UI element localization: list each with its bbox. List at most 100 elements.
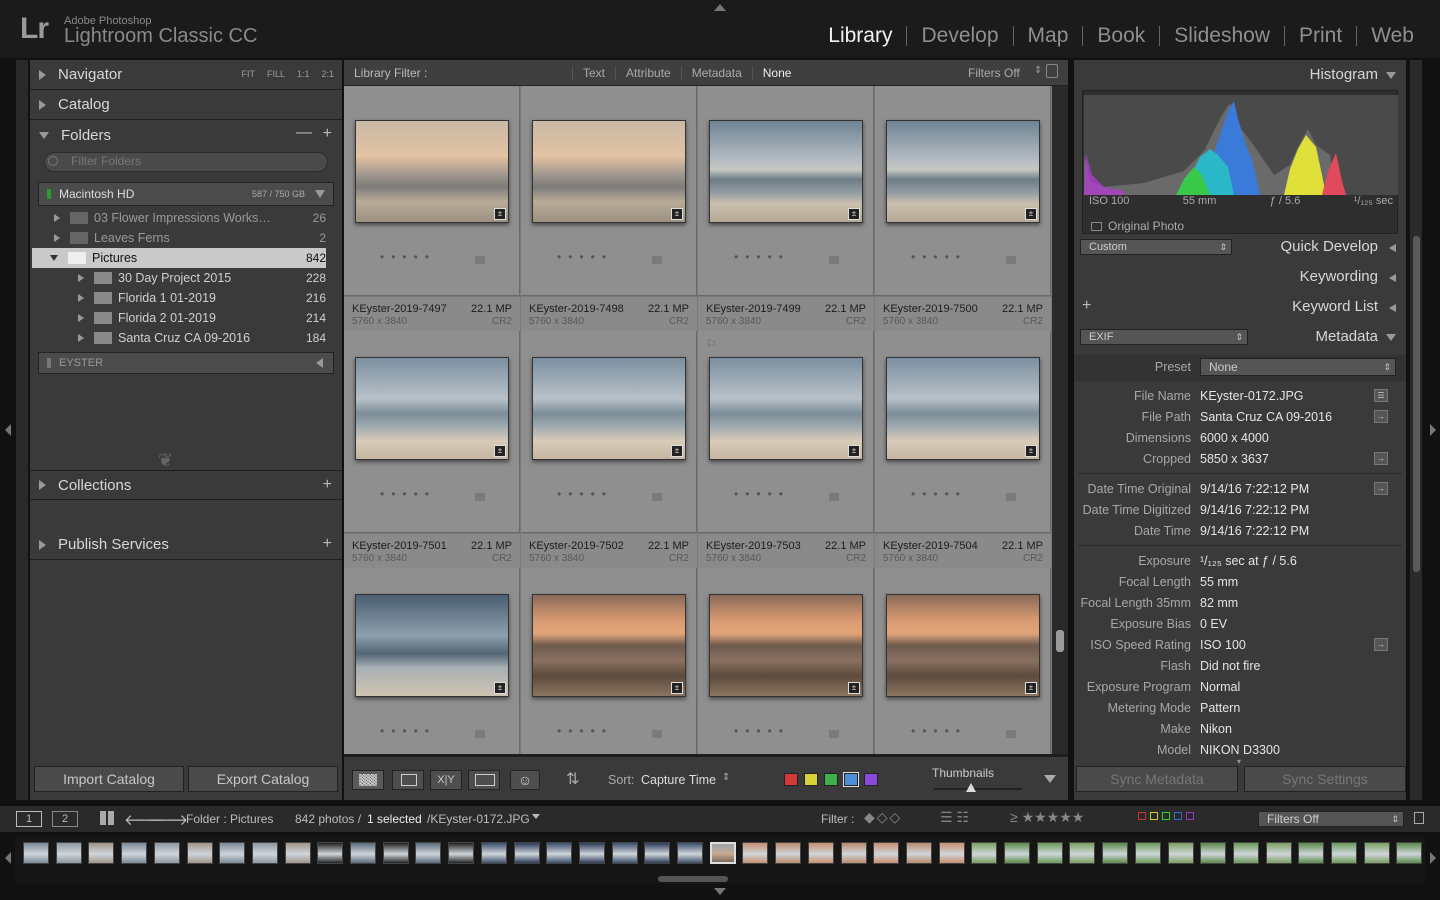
rating-dots[interactable]: ••••• bbox=[911, 487, 967, 501]
metadata-field-value[interactable]: 9/14/16 7:22:12 PM bbox=[1200, 503, 1309, 517]
go-to-arrow-icon[interactable]: → bbox=[1374, 638, 1388, 651]
metadata-preset-select[interactable]: None ⇕ bbox=[1200, 358, 1396, 376]
keyword-list-header[interactable]: + Keyword List bbox=[1074, 292, 1406, 322]
module-tab-book[interactable]: Book bbox=[1083, 24, 1159, 48]
expand-triangle-icon[interactable] bbox=[78, 274, 84, 282]
grid-cell[interactable]: ± ••••• bbox=[521, 86, 697, 296]
filmstrip-thumbnail[interactable] bbox=[1232, 842, 1259, 864]
filmstrip-thumbnail[interactable] bbox=[1134, 842, 1161, 864]
rating-dots[interactable]: ••••• bbox=[734, 487, 790, 501]
thumbnail-size-slider[interactable] bbox=[934, 788, 1022, 790]
filmstrip-thumbnail[interactable] bbox=[415, 842, 442, 864]
grid-cell[interactable]: KEyster-2019-7499 22.1 MP 5760 x 3840 CR2 ± •… bbox=[698, 297, 874, 533]
metadata-field-value[interactable]: Nikon bbox=[1200, 722, 1232, 736]
toolbar-options-chevron-icon[interactable] bbox=[1044, 775, 1056, 783]
metadata-field-value[interactable]: 9/14/16 7:22:12 PM bbox=[1200, 524, 1309, 538]
filmstrip-thumbnail[interactable] bbox=[186, 842, 213, 864]
color-label-swatch[interactable] bbox=[1006, 256, 1016, 264]
filmstrip-scroll-left-icon[interactable] bbox=[5, 852, 11, 864]
filmstrip-thumbnail[interactable] bbox=[807, 842, 834, 864]
filmstrip-thumbnail[interactable] bbox=[546, 842, 573, 864]
import-catalog-button[interactable]: Import Catalog bbox=[34, 766, 184, 792]
folder-item[interactable]: 03 Flower Impressions Works… 26 bbox=[36, 208, 326, 228]
navigator-zoom-option[interactable]: 1:1 bbox=[297, 69, 310, 79]
left-panel-scrollbar[interactable] bbox=[16, 60, 28, 800]
rating-dots[interactable]: ••••• bbox=[380, 487, 436, 501]
collapse-left-panel-icon[interactable] bbox=[5, 424, 11, 436]
module-tab-slideshow[interactable]: Slideshow bbox=[1160, 24, 1284, 48]
list-icon[interactable]: ☰ bbox=[1374, 389, 1388, 402]
filmstrip-thumbnail[interactable] bbox=[350, 842, 376, 864]
grid-cell[interactable]: ± ••••• bbox=[344, 86, 520, 296]
color-label-filter[interactable] bbox=[864, 773, 878, 786]
color-label-swatch[interactable] bbox=[475, 730, 485, 738]
color-label-swatch[interactable] bbox=[652, 730, 662, 738]
folder-item[interactable]: Santa Cruz CA 09-2016 184 bbox=[36, 328, 326, 348]
filmstrip-thumbnail[interactable] bbox=[1167, 842, 1194, 864]
photo-thumbnail[interactable] bbox=[532, 357, 686, 460]
color-label-swatch[interactable] bbox=[1006, 493, 1016, 501]
folder-item[interactable]: 30 Day Project 2015 228 bbox=[36, 268, 326, 288]
folder-item[interactable]: Pictures 842 bbox=[32, 248, 326, 268]
go-to-arrow-icon[interactable]: → bbox=[1374, 410, 1388, 423]
filter-option-attribute[interactable]: Attribute bbox=[615, 66, 681, 80]
color-label-swatch[interactable] bbox=[652, 256, 662, 264]
folder-item[interactable]: Leaves Ferns 2 bbox=[36, 228, 326, 248]
filmstrip-scroll-right-icon[interactable] bbox=[1430, 852, 1436, 864]
folders-header[interactable]: Folders — + bbox=[30, 120, 342, 150]
photo-thumbnail[interactable] bbox=[355, 594, 509, 697]
metadata-field-value[interactable]: 9/14/16 7:22:12 PM bbox=[1200, 482, 1309, 496]
right-panel-scrollbar-thumb[interactable] bbox=[1413, 236, 1420, 572]
filter-folders-input[interactable]: Filter Folders bbox=[44, 152, 328, 172]
folder-item[interactable]: Florida 2 01-2019 214 bbox=[36, 308, 326, 328]
photo-thumbnail[interactable] bbox=[355, 120, 509, 223]
grid-cell[interactable]: ± ••••• bbox=[875, 86, 1051, 296]
expand-triangle-icon[interactable] bbox=[78, 334, 84, 342]
photo-thumbnail[interactable] bbox=[709, 357, 863, 460]
flag-icon[interactable]: ⚐ bbox=[706, 337, 717, 351]
navigator-zoom-option[interactable]: FIT bbox=[241, 69, 255, 79]
sync-settings-button[interactable]: Sync Settings bbox=[1244, 766, 1406, 792]
filmstrip-thumbnail[interactable] bbox=[1200, 842, 1227, 864]
color-label-filter[interactable] bbox=[804, 773, 818, 786]
quick-develop-preset-select[interactable]: Custom ⇕ bbox=[1080, 239, 1232, 255]
color-label-swatch[interactable] bbox=[475, 256, 485, 264]
grid-cell[interactable]: KEyster-2019-7501 22.1 MP 5760 x 3840 CR2 ± •… bbox=[344, 534, 520, 754]
rating-dots[interactable]: ••••• bbox=[911, 250, 967, 264]
filmstrip-thumbnail[interactable] bbox=[905, 842, 932, 864]
metadata-field-value[interactable]: 82 mm bbox=[1200, 596, 1238, 610]
filmstrip-thumbnail[interactable] bbox=[840, 842, 867, 864]
filmstrip-thumbnail[interactable] bbox=[480, 842, 507, 864]
photo-thumbnail[interactable] bbox=[532, 594, 686, 697]
metadata-field-value[interactable]: Santa Cruz CA 09-2016 bbox=[1200, 410, 1332, 424]
go-to-arrow-icon[interactable]: → bbox=[1374, 452, 1388, 465]
collapse-bottom-panel-icon[interactable] bbox=[714, 888, 726, 895]
metadata-field-value[interactable]: ¹/₁₂₅ sec at ƒ / 5.6 bbox=[1200, 554, 1297, 568]
histogram-header[interactable]: Histogram bbox=[1074, 60, 1406, 90]
metadata-field-value[interactable]: Normal bbox=[1200, 680, 1240, 694]
compare-view-icon[interactable]: X|Y bbox=[430, 770, 462, 790]
filter-option-metadata[interactable]: Metadata bbox=[680, 66, 752, 80]
filmstrip-thumbnail[interactable] bbox=[23, 842, 49, 864]
grid-cell[interactable]: KEyster-2019-7503 22.1 MP 5760 x 3840 CR2 ± •… bbox=[698, 534, 874, 754]
volume-eyster[interactable]: EYSTER bbox=[38, 352, 334, 374]
expand-triangle-icon[interactable] bbox=[54, 234, 60, 242]
add-keyword-icon[interactable]: + bbox=[1082, 291, 1091, 321]
folder-item[interactable]: Florida 1 01-2019 216 bbox=[36, 288, 326, 308]
navigator-zoom-option[interactable]: 2:1 bbox=[321, 69, 334, 79]
rating-dots[interactable]: ••••• bbox=[557, 250, 613, 264]
original-photo-toggle[interactable]: Original Photo bbox=[1091, 219, 1184, 233]
filmstrip-thumbnail[interactable] bbox=[873, 842, 900, 864]
add-folder-icon[interactable]: + bbox=[323, 125, 332, 143]
rating-dots[interactable]: ••••• bbox=[911, 724, 967, 738]
photo-thumbnail[interactable] bbox=[886, 120, 1040, 223]
color-label-swatch[interactable] bbox=[475, 493, 485, 501]
chevron-left-icon[interactable] bbox=[316, 358, 323, 368]
filmstrip-thumbnail[interactable] bbox=[938, 842, 965, 864]
color-label-swatch[interactable] bbox=[829, 256, 839, 264]
chevron-down-icon[interactable] bbox=[532, 814, 540, 819]
catalog-header[interactable]: Catalog bbox=[30, 90, 342, 120]
rating-filter-icons[interactable]: ≥ ★★★★★ bbox=[1010, 809, 1084, 826]
filmstrip-thumbnail[interactable] bbox=[971, 842, 998, 864]
rating-dots[interactable]: ••••• bbox=[734, 250, 790, 264]
